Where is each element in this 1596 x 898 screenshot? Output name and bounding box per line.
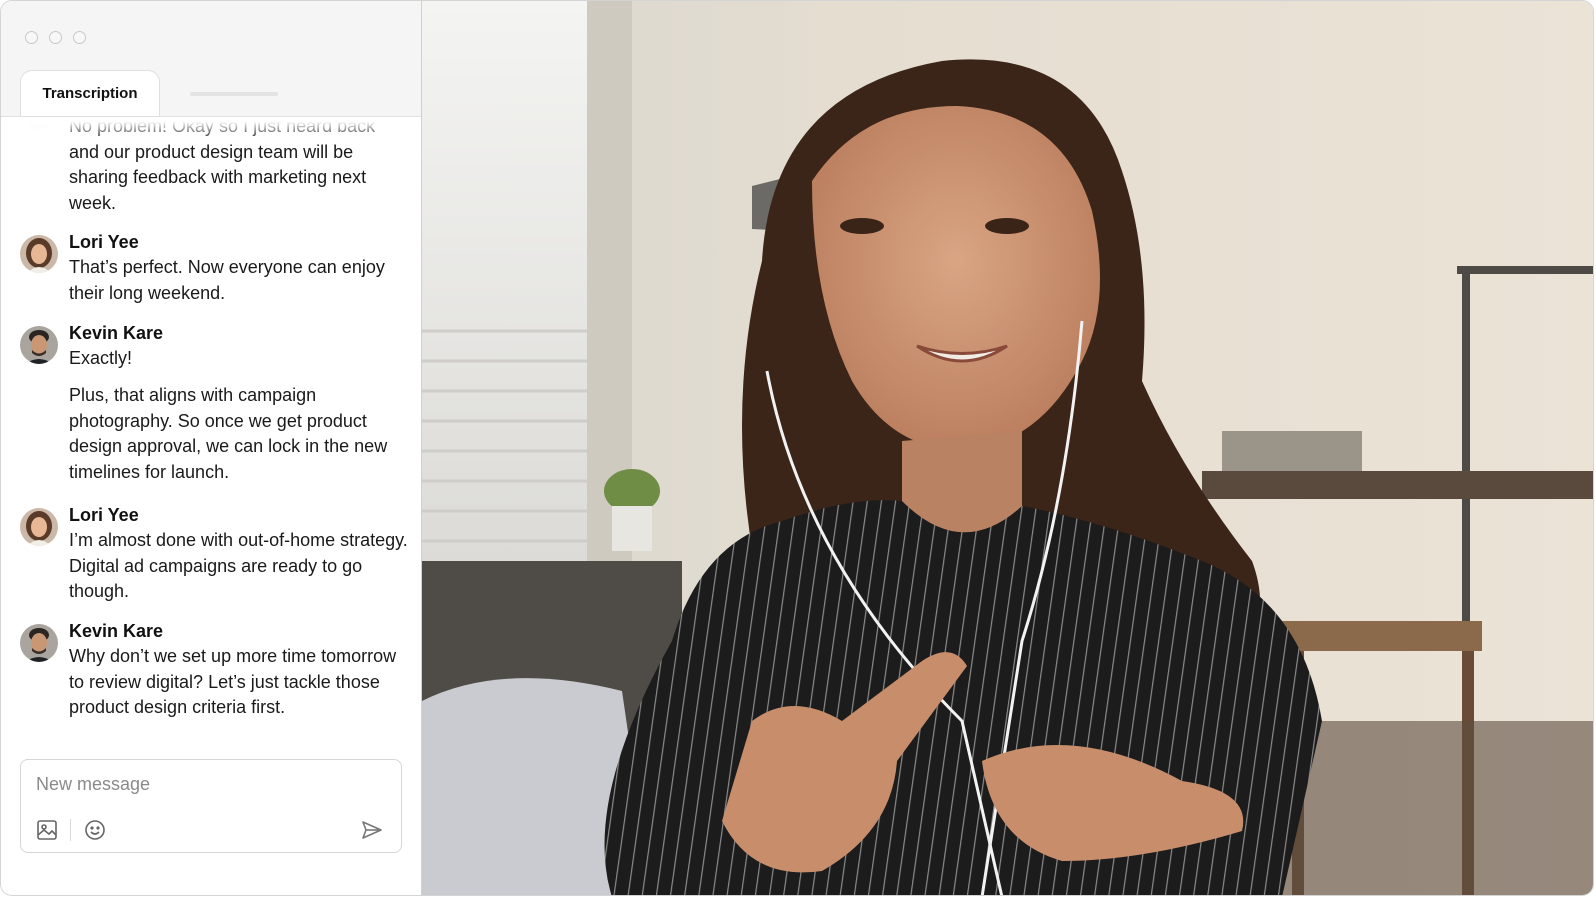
composer-divider bbox=[70, 819, 71, 841]
speaker-name: Kevin Kare bbox=[69, 323, 164, 343]
scroll-fade bbox=[1, 117, 421, 139]
message-text: That’s perfect. Now everyone can enjoy t… bbox=[69, 257, 385, 303]
woman-avatar bbox=[20, 235, 58, 273]
man-avatar bbox=[20, 326, 58, 364]
transcription-sidebar: Transcription No problem! Okay so I just… bbox=[1, 1, 422, 895]
emoji-icon[interactable] bbox=[84, 819, 106, 841]
image-icon[interactable] bbox=[36, 819, 58, 841]
message-text: I’m almost done with out-of-home strateg… bbox=[69, 530, 408, 601]
speaker-name: Lori Yee bbox=[69, 505, 139, 525]
video-feed bbox=[422, 1, 1593, 895]
tab-transcription[interactable]: Transcription bbox=[20, 70, 160, 116]
close-button[interactable] bbox=[25, 31, 38, 44]
zoom-button[interactable] bbox=[73, 31, 86, 44]
man-avatar bbox=[20, 624, 58, 662]
tab-transcription-label: Transcription bbox=[42, 85, 138, 102]
transcript-list[interactable]: No problem! Okay so I just heard back an… bbox=[1, 117, 421, 757]
tab-secondary[interactable] bbox=[190, 92, 278, 96]
message-text: Exactly! bbox=[69, 348, 133, 368]
message-composer bbox=[20, 759, 402, 853]
send-icon[interactable] bbox=[361, 819, 383, 841]
minimize-button[interactable] bbox=[49, 31, 62, 44]
speaker-name: Lori Yee bbox=[69, 232, 139, 252]
title-bar: Transcription bbox=[1, 1, 421, 117]
message-text: Plus, that aligns with campaign photogra… bbox=[69, 385, 388, 482]
new-message-input[interactable] bbox=[36, 772, 376, 796]
app-window: Transcription No problem! Okay so I just… bbox=[0, 0, 1594, 896]
speaker-name: Kevin Kare bbox=[69, 621, 164, 641]
participant-video-frame bbox=[422, 1, 1593, 895]
woman-avatar bbox=[20, 508, 58, 546]
message-text: Why don’t we set up more time tomorrow t… bbox=[69, 646, 397, 717]
